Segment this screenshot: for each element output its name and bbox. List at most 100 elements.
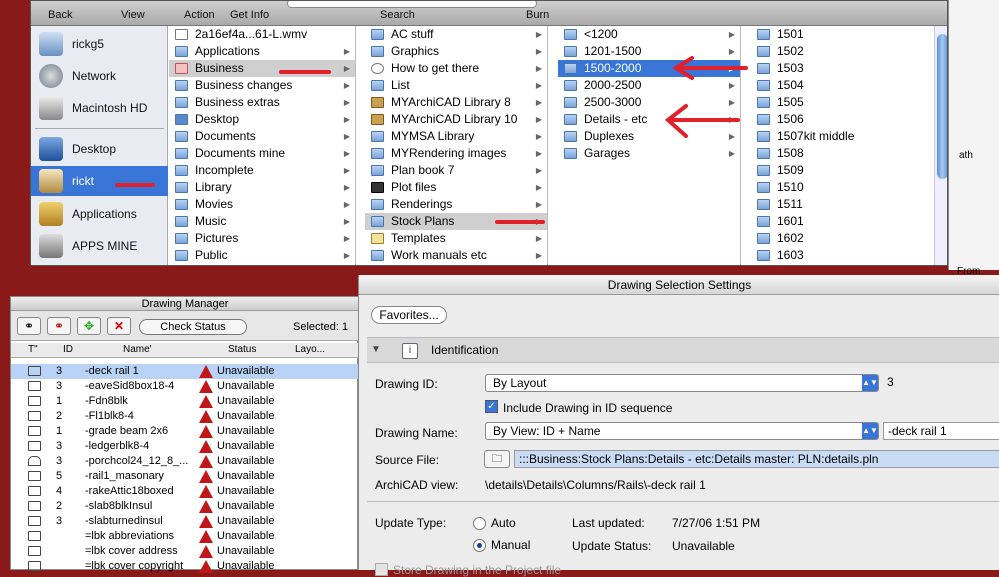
list-item[interactable]: Movies ▶ xyxy=(169,196,355,213)
browse-folder-icon[interactable]: 🗀 xyxy=(484,450,510,468)
list-item[interactable]: Business extras ▶ xyxy=(169,94,355,111)
include-in-sequence-checkbox[interactable]: ✓ xyxy=(485,400,498,413)
check-status-button[interactable]: Check Status xyxy=(139,319,247,335)
list-item[interactable]: Applications ▶ xyxy=(169,43,355,60)
table-row[interactable]: 5 -rail1_masonary Unavailable xyxy=(11,469,359,484)
table-row[interactable]: 3 -porchcol24_12_8_... Unavailable xyxy=(11,454,359,469)
column-header-id[interactable]: ID xyxy=(63,344,73,355)
drawing-id-number[interactable]: 3 xyxy=(883,374,999,392)
list-item[interactable]: 1506 xyxy=(751,111,947,128)
list-item[interactable]: 1503 xyxy=(751,60,947,77)
link-icon[interactable]: ⚭ xyxy=(17,317,41,335)
column-header-status[interactable]: Status xyxy=(228,344,256,355)
list-item[interactable]: Plan book 7 ▶ xyxy=(365,162,547,179)
search-input[interactable] xyxy=(287,1,537,8)
list-item[interactable]: Templates ▶ xyxy=(365,230,547,247)
table-row[interactable]: =lbk abbreviations Unavailable xyxy=(11,529,359,544)
column-header-name[interactable]: Name' xyxy=(123,344,152,355)
row-status: Unavailable xyxy=(217,500,275,512)
favorites-button[interactable]: Favorites... xyxy=(371,306,447,324)
list-item[interactable]: Renderings ▶ xyxy=(365,196,547,213)
table-row[interactable]: 3 -eaveSid8box18-4 Unavailable xyxy=(11,379,359,394)
list-item[interactable]: MYRendering images ▶ xyxy=(365,145,547,162)
list-item[interactable]: 1602 xyxy=(751,230,947,247)
list-item[interactable]: How to get there ▶ xyxy=(365,60,547,77)
auto-radio[interactable] xyxy=(473,517,486,530)
sidebar-item-desktop[interactable]: Desktop xyxy=(31,134,168,164)
item-label: Library xyxy=(195,180,232,194)
delete-icon[interactable]: ✕ xyxy=(107,317,131,335)
list-item[interactable]: 1502 xyxy=(751,43,947,60)
list-item[interactable]: 1501 xyxy=(751,26,947,43)
list-item[interactable]: Garages ▶ xyxy=(558,145,740,162)
table-row[interactable]: 3 -ledgerblk8-4 Unavailable xyxy=(11,439,359,454)
list-item[interactable]: Pictures ▶ xyxy=(169,230,355,247)
drawing-id-select[interactable]: By Layout ▲▼ xyxy=(485,374,879,392)
list-item[interactable]: AC stuff ▶ xyxy=(365,26,547,43)
list-item[interactable]: Business changes ▶ xyxy=(169,77,355,94)
list-item[interactable]: 1603 xyxy=(751,247,947,264)
list-item[interactable]: Graphics ▶ xyxy=(365,43,547,60)
view-button[interactable]: View xyxy=(121,9,145,21)
list-item[interactable]: Public ▶ xyxy=(169,247,355,264)
list-item[interactable]: 2a16ef4a...61-L.wmv xyxy=(169,26,355,43)
sidebar-item-computer[interactable]: rickg5 xyxy=(31,29,168,59)
list-item[interactable]: 1508 xyxy=(751,145,947,162)
table-row[interactable]: =lbk cover copyright Unavailable xyxy=(11,559,359,574)
list-item[interactable]: Library ▶ xyxy=(169,179,355,196)
list-item[interactable]: 1504 xyxy=(751,77,947,94)
list-item[interactable]: List ▶ xyxy=(365,77,547,94)
table-row[interactable]: 2 -slab8blkInsul Unavailable xyxy=(11,499,359,514)
column-header-layout[interactable]: Layo... xyxy=(295,344,325,355)
update-icon[interactable]: ✥ xyxy=(77,317,101,335)
column-header-type[interactable]: T" xyxy=(28,344,38,355)
manual-radio[interactable] xyxy=(473,539,486,552)
plot-files-icon xyxy=(371,182,384,193)
list-item[interactable]: Documents mine ▶ xyxy=(169,145,355,162)
sidebar-item-macintosh-hd[interactable]: Macintosh HD xyxy=(31,93,168,123)
table-row[interactable]: 1 -Fdn8blk Unavailable xyxy=(11,394,359,409)
drawing-name-field[interactable]: -deck rail 1 xyxy=(883,422,999,440)
action-button[interactable]: Action xyxy=(184,9,215,21)
scrollbar-thumb[interactable] xyxy=(937,34,947,179)
sidebar-item-network[interactable]: Network xyxy=(31,61,168,91)
table-row[interactable]: 3 -deck rail 1 Unavailable xyxy=(11,364,359,379)
list-item[interactable]: MYMSA Library ▶ xyxy=(365,128,547,145)
list-item[interactable]: 1507kit middle xyxy=(751,128,947,145)
table-row[interactable]: =lbk cover address Unavailable xyxy=(11,544,359,559)
list-item[interactable]: Desktop ▶ xyxy=(169,111,355,128)
get-info-button[interactable]: Get Info xyxy=(230,9,269,21)
list-item[interactable]: 1505 xyxy=(751,94,947,111)
burn-button[interactable]: Burn xyxy=(526,9,549,21)
table-row[interactable]: 1 -grade beam 2x6 Unavailable xyxy=(11,424,359,439)
drawing-name-select[interactable]: By View: ID + Name ▲▼ xyxy=(485,422,879,440)
source-file-path[interactable]: :::Business:Stock Plans:Details - etc:De… xyxy=(514,450,999,468)
table-row[interactable]: 3 -slabturnedinsul Unavailable xyxy=(11,514,359,529)
vertical-scrollbar[interactable] xyxy=(934,26,947,265)
list-item[interactable]: MYArchiCAD Library 8 ▶ xyxy=(365,94,547,111)
auto-radio-label: Auto xyxy=(491,516,516,530)
section-title: Identification xyxy=(431,343,499,357)
list-item-selected[interactable]: Business ▶ xyxy=(169,60,355,77)
unlink-icon[interactable]: ⚭ xyxy=(47,317,71,335)
list-item[interactable]: 1510 xyxy=(751,179,947,196)
sidebar-item-home[interactable]: rickt xyxy=(31,166,168,196)
list-item[interactable]: 1601 xyxy=(751,213,947,230)
list-item[interactable]: Music ▶ xyxy=(169,213,355,230)
sidebar-item-applications[interactable]: Applications xyxy=(31,199,168,229)
list-item[interactable]: Incomplete ▶ xyxy=(169,162,355,179)
sidebar-item-label: rickt xyxy=(72,174,94,188)
list-item[interactable]: Work manuals etc ▶ xyxy=(365,247,547,264)
list-item[interactable]: <1200 ▶ xyxy=(558,26,740,43)
list-item[interactable]: 1511 xyxy=(751,196,947,213)
table-row[interactable]: 4 -rakeAttic18boxed Unavailable xyxy=(11,484,359,499)
list-item[interactable]: Plot files ▶ xyxy=(365,179,547,196)
table-row[interactable]: 2 -Fl1blk8-4 Unavailable xyxy=(11,409,359,424)
disclosure-triangle-icon[interactable]: ▼ xyxy=(371,344,381,355)
sidebar-item-apps-mine[interactable]: APPS MINE xyxy=(31,231,168,261)
list-item[interactable]: MYArchiCAD Library 10 ▶ xyxy=(365,111,547,128)
back-button[interactable]: Back xyxy=(48,9,72,21)
item-label: Graphics xyxy=(391,44,440,58)
list-item[interactable]: Documents ▶ xyxy=(169,128,355,145)
list-item[interactable]: 1509 xyxy=(751,162,947,179)
